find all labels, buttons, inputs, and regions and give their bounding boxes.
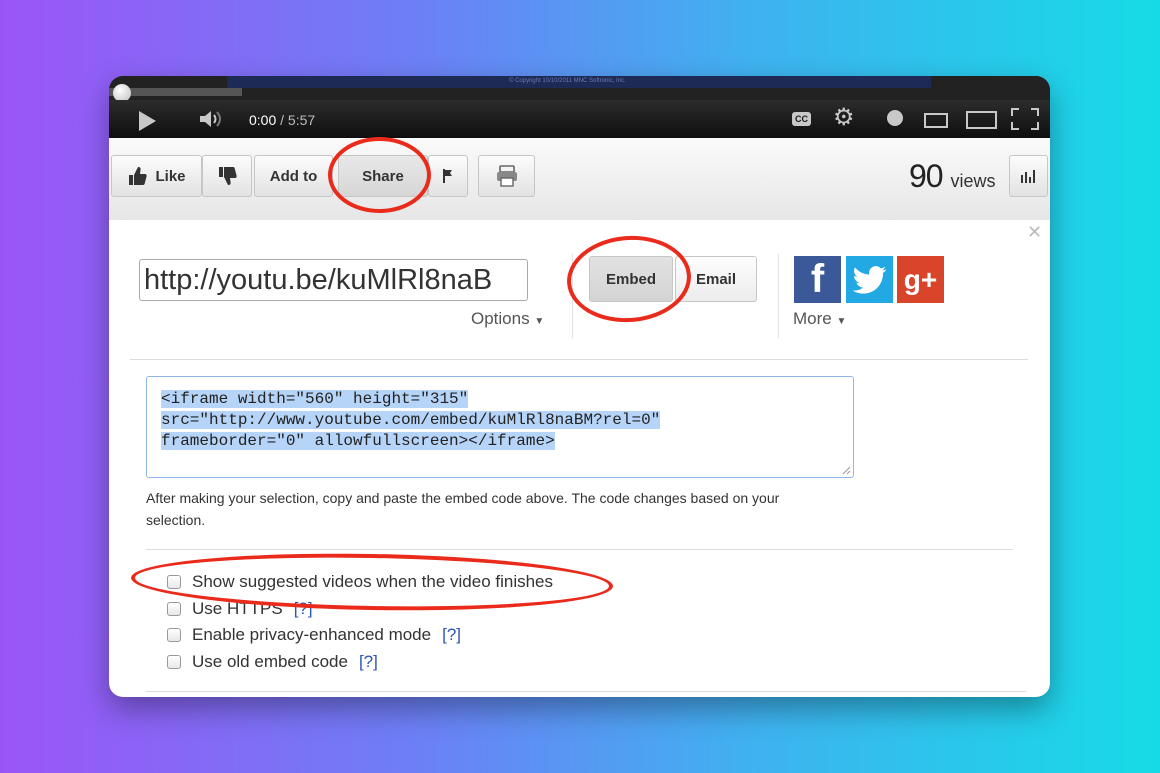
checkbox-label: Use old embed code	[192, 652, 348, 671]
checkbox[interactable]	[167, 602, 181, 616]
current-time: 0:00	[249, 112, 277, 128]
embed-code-line: frameborder="0" allowfullscreen></iframe…	[161, 432, 555, 450]
captions-icon[interactable]: CC	[792, 112, 811, 126]
dislike-button[interactable]	[202, 155, 252, 197]
duration: / 5:57	[280, 112, 316, 128]
transcript-icon	[496, 165, 517, 187]
gear-icon[interactable]: ⚙	[833, 105, 855, 131]
video-player: © Copyright 10/10/2011 MNC Softronic, In…	[109, 76, 1050, 138]
resize-handle-icon[interactable]	[841, 465, 851, 475]
checkbox[interactable]	[167, 628, 181, 642]
small-player-icon[interactable]	[924, 113, 948, 128]
embed-help-text: After making your selection, copy and pa…	[146, 490, 780, 528]
thumbs-down-icon	[219, 167, 237, 185]
close-icon[interactable]: ✕	[1027, 222, 1042, 243]
checkbox-privacy-mode[interactable]: Enable privacy-enhanced mode [?]	[167, 625, 461, 645]
facebook-icon[interactable]: f	[794, 256, 841, 303]
checkbox[interactable]	[167, 655, 181, 669]
player-controls: 0:00 / 5:57 CC ⚙	[109, 100, 1050, 138]
more-label: More	[793, 309, 832, 328]
divider	[130, 359, 1028, 360]
embed-code-textarea[interactable]: <iframe width="560" height="315" src="ht…	[146, 376, 854, 478]
caret-down-icon: ▼	[534, 316, 545, 327]
options-label: Options	[471, 309, 530, 328]
watch-later-icon[interactable]	[887, 110, 903, 126]
fullscreen-icon[interactable]	[1011, 108, 1039, 130]
thumbs-up-icon	[129, 167, 148, 185]
divider	[778, 254, 779, 338]
more-dropdown[interactable]: More ▼	[793, 309, 846, 329]
bar-chart-icon	[1020, 170, 1035, 183]
volume-icon[interactable]	[199, 110, 225, 133]
divider	[146, 691, 1026, 692]
embed-code-line: <iframe width="560" height="315"	[161, 390, 469, 408]
transcript-button[interactable]	[478, 155, 535, 197]
share-url-field[interactable]: http://youtu.be/kuMlRl8naB	[139, 259, 528, 301]
divider	[146, 549, 1013, 550]
large-player-icon[interactable]	[966, 111, 997, 129]
progress-bar[interactable]: © Copyright 10/10/2011 MNC Softronic, In…	[109, 76, 1050, 102]
embed-code-line: src="http://www.youtube.com/embed/kuMlRl…	[161, 411, 661, 429]
action-bar: Like Add to Share 90 views	[109, 138, 1050, 220]
annotation-circle-embed	[564, 231, 694, 327]
caret-down-icon: ▼	[836, 316, 847, 327]
view-count: 90 views	[909, 158, 996, 195]
screenshot-card: © Copyright 10/10/2011 MNC Softronic, In…	[109, 76, 1050, 697]
annotation-circle-share	[328, 137, 431, 213]
options-dropdown[interactable]: Options ▼	[471, 309, 544, 329]
flag-icon	[443, 169, 452, 183]
like-label: Like	[155, 167, 186, 185]
checkbox-old-embed[interactable]: Use old embed code [?]	[167, 652, 378, 672]
time-display: 0:00 / 5:57	[249, 112, 315, 128]
help-link[interactable]: [?]	[359, 652, 378, 672]
checkbox-label: Enable privacy-enhanced mode	[192, 625, 432, 644]
views-number: 90	[909, 158, 944, 194]
twitter-icon[interactable]	[846, 256, 893, 303]
video-copyright-text: © Copyright 10/10/2011 MNC Softronic, In…	[509, 78, 626, 84]
like-button[interactable]: Like	[111, 155, 202, 197]
stats-button[interactable]	[1009, 155, 1048, 197]
views-label: views	[950, 171, 996, 191]
google-plus-icon[interactable]: g+	[897, 256, 944, 303]
flag-button[interactable]	[428, 155, 468, 197]
help-link[interactable]: [?]	[442, 625, 461, 645]
play-icon[interactable]	[139, 111, 156, 131]
add-to-button[interactable]: Add to	[254, 155, 333, 197]
